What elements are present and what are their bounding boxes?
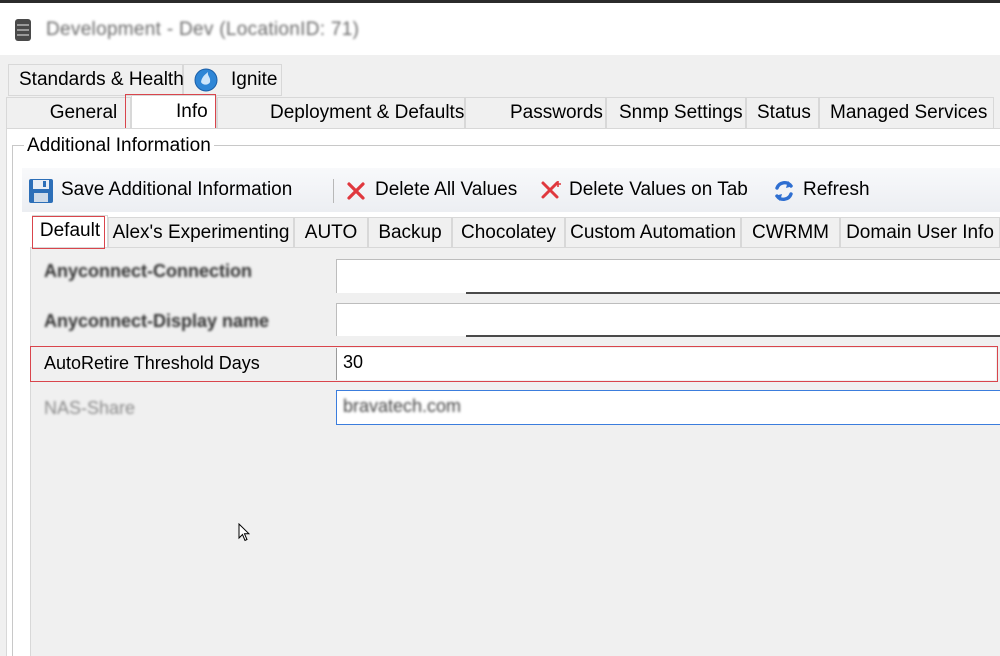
nas-share-input[interactable]: bravatech.com	[336, 390, 1000, 425]
group-label: Additional Information	[24, 135, 214, 157]
field-value: 30	[343, 352, 364, 372]
tab-status[interactable]: Status	[746, 97, 819, 129]
tab-label: Status	[757, 102, 811, 123]
subtab-label: Backup	[378, 222, 442, 243]
subtab-backup[interactable]: Backup	[368, 217, 452, 248]
subtab-label: AUTO	[304, 222, 358, 243]
tab-snmp-settings[interactable]: Snmp Settings	[606, 97, 746, 129]
field-label-nas-share: NAS-Share	[44, 398, 136, 418]
database-icon	[15, 19, 31, 41]
save-disk-icon	[29, 179, 53, 203]
red-x-multi-icon	[541, 181, 561, 199]
field-label-anyconnect-display-name: Anyconnect-Display name	[44, 311, 270, 331]
subtab-auto[interactable]: AUTO	[294, 217, 368, 248]
tab-label: Ignite	[231, 69, 278, 90]
tab-label: Passwords	[510, 102, 603, 123]
subtab-label: CWRMM	[751, 222, 830, 243]
field-underline	[466, 292, 1000, 294]
field-label-anyconnect-connection: Anyconnect-Connection	[44, 261, 253, 281]
autoretire-threshold-days-input[interactable]: 30	[336, 348, 996, 380]
toolbar-separator	[333, 179, 334, 203]
anyconnect-display-name-input[interactable]	[336, 303, 1000, 336]
refresh-arrows-icon	[775, 181, 793, 201]
field-underline	[466, 335, 1000, 337]
save-additional-info-button[interactable]: Save Additional Information	[61, 179, 292, 201]
field-value: bravatech.com	[343, 396, 462, 416]
tab-label: Snmp Settings	[619, 102, 743, 123]
subtab-custom-automation[interactable]: Custom Automation	[565, 217, 741, 248]
subtab-domain-user-info[interactable]: Domain User Info	[840, 217, 1000, 248]
tab-deployment-defaults[interactable]: Deployment & Defaults	[217, 97, 465, 129]
tab-managed-services[interactable]: Managed Services	[819, 97, 994, 129]
tab-label: Managed Services	[830, 102, 988, 123]
subtab-label: Alex's Experimenting	[112, 222, 290, 243]
anyconnect-connection-input[interactable]	[336, 259, 1000, 293]
subtab-label: Domain User Info	[846, 222, 994, 243]
tab-general[interactable]: General	[6, 97, 131, 129]
subtab-label: Custom Automation	[570, 222, 736, 243]
subtab-chocolatey[interactable]: Chocolatey	[452, 217, 565, 248]
subtab-alexs-experimenting[interactable]: Alex's Experimenting	[108, 217, 294, 248]
subtab-cwrmm[interactable]: CWRMM	[741, 217, 840, 248]
tab-label: Deployment & Defaults	[270, 102, 465, 123]
tab-label: General	[49, 102, 118, 123]
red-x-icon	[347, 182, 365, 200]
mouse-pointer-icon	[238, 523, 250, 542]
subtab-label: Chocolatey	[460, 222, 557, 243]
window-title: Development - Dev (LocationID: 71)	[46, 19, 360, 40]
delete-values-on-tab-button[interactable]: Delete Values on Tab	[569, 179, 748, 201]
refresh-button[interactable]: Refresh	[803, 179, 870, 201]
default-tab-highlight	[32, 216, 105, 249]
ignite-globe-icon	[194, 68, 218, 92]
tab-label: Standards & Health	[19, 69, 184, 90]
title-bar: Development - Dev (LocationID: 71)	[0, 3, 1000, 55]
delete-all-values-button[interactable]: Delete All Values	[375, 179, 517, 201]
tab-ignite[interactable]: Ignite	[183, 64, 282, 96]
tab-standards-health[interactable]: Standards & Health	[8, 64, 184, 96]
tab-passwords[interactable]: Passwords	[465, 97, 606, 129]
field-label-autoretire-threshold-days: AutoRetire Threshold Days	[44, 353, 260, 373]
